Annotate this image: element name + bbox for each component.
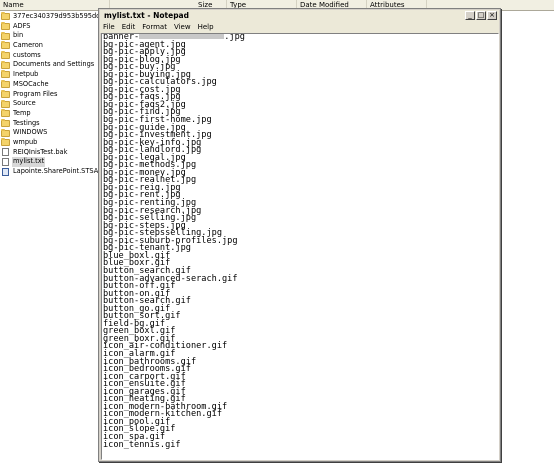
- folder-icon: [1, 109, 10, 118]
- file-name: wmpub: [13, 137, 38, 146]
- folder-icon: [1, 60, 10, 69]
- folder-icon: [1, 118, 10, 127]
- file-list-item[interactable]: customs: [0, 51, 110, 61]
- file-list-item[interactable]: Inetpub: [0, 70, 110, 80]
- file-list-item[interactable]: mylist.txt: [0, 157, 110, 167]
- doc-icon: [2, 167, 9, 176]
- menu-file[interactable]: File: [100, 22, 119, 33]
- file-list-item[interactable]: ADFS: [0, 22, 110, 32]
- folder-icon: [1, 41, 10, 50]
- menu-edit[interactable]: Edit: [119, 22, 140, 33]
- menu-format[interactable]: Format: [139, 22, 171, 33]
- file-list-item[interactable]: bin: [0, 31, 110, 41]
- menu-view[interactable]: View: [171, 22, 195, 33]
- doc-icon: [2, 158, 9, 167]
- folder-icon: [1, 80, 10, 89]
- menu-help[interactable]: Help: [195, 22, 218, 33]
- file-list-item[interactable]: Testings: [0, 119, 110, 129]
- menu-bar: File Edit Format View Help: [100, 22, 499, 33]
- file-name: customs: [13, 50, 41, 59]
- close-button[interactable]: ×: [487, 11, 497, 20]
- file-list-item[interactable]: Program Files: [0, 90, 110, 100]
- text-content: banner- .jpg bg-pic-agent.jpg bg-pic-apply…: [103, 34, 245, 449]
- file-name: Temp: [13, 108, 31, 117]
- notepad-window: mylist.txt - Notepad _ □ × File Edit For…: [98, 8, 501, 462]
- redacted-text: [139, 34, 225, 39]
- window-title: mylist.txt - Notepad: [104, 11, 189, 20]
- file-name: Lapointe.SharePoint.STSADM.C: [13, 167, 110, 175]
- folder-icon: [1, 31, 10, 40]
- text-line: icon_tennis.gif: [103, 439, 181, 450]
- file-name: Cameron: [13, 41, 43, 50]
- folder-icon: [1, 89, 10, 98]
- file-list-item[interactable]: REIQInisTest.bak: [0, 148, 110, 158]
- file-name: Source: [13, 99, 36, 108]
- title-bar[interactable]: mylist.txt - Notepad _ □ ×: [100, 10, 499, 22]
- file-list: 377ec340379d953b595dc35da ADFS bin Cameron c…: [0, 12, 110, 177]
- file-list-item[interactable]: wmpub: [0, 138, 110, 148]
- doc-icon: [2, 148, 9, 157]
- folder-icon: [1, 138, 10, 147]
- file-name: mylist.txt: [12, 157, 46, 167]
- file-name: Documents and Settings: [13, 60, 95, 69]
- file-list-item[interactable]: Cameron: [0, 41, 110, 51]
- maximize-button[interactable]: □: [476, 11, 486, 20]
- file-list-item[interactable]: Lapointe.SharePoint.STSADM.C: [0, 167, 110, 177]
- folder-icon: [1, 70, 10, 79]
- file-list-item[interactable]: Documents and Settings: [0, 60, 110, 70]
- file-list-item[interactable]: 377ec340379d953b595dc35da: [0, 12, 110, 22]
- file-name: Program Files: [13, 89, 58, 98]
- folder-icon: [1, 99, 10, 108]
- folder-icon: [1, 128, 10, 137]
- file-list-item[interactable]: Source: [0, 99, 110, 109]
- file-name: REIQInisTest.bak: [13, 147, 68, 156]
- file-name: WINDOWS: [13, 128, 48, 137]
- minimize-button[interactable]: _: [465, 11, 475, 20]
- file-name: MSOCache: [13, 79, 49, 88]
- folder-icon: [1, 22, 10, 31]
- folder-icon: [1, 12, 10, 21]
- file-name: 377ec340379d953b595dc35da: [13, 12, 110, 20]
- text-editor[interactable]: banner- .jpg bg-pic-agent.jpg bg-pic-apply…: [101, 33, 499, 460]
- file-list-item[interactable]: WINDOWS: [0, 128, 110, 138]
- banner-suffix: .jpg: [224, 33, 245, 42]
- file-name: Testings: [13, 118, 40, 127]
- file-list-item[interactable]: MSOCache: [0, 80, 110, 90]
- column-name[interactable]: Name: [0, 0, 110, 11]
- file-name: Inetpub: [13, 70, 39, 79]
- file-name: ADFS: [13, 21, 31, 30]
- folder-icon: [1, 51, 10, 60]
- file-list-item[interactable]: Temp: [0, 109, 110, 119]
- file-name: bin: [13, 31, 24, 40]
